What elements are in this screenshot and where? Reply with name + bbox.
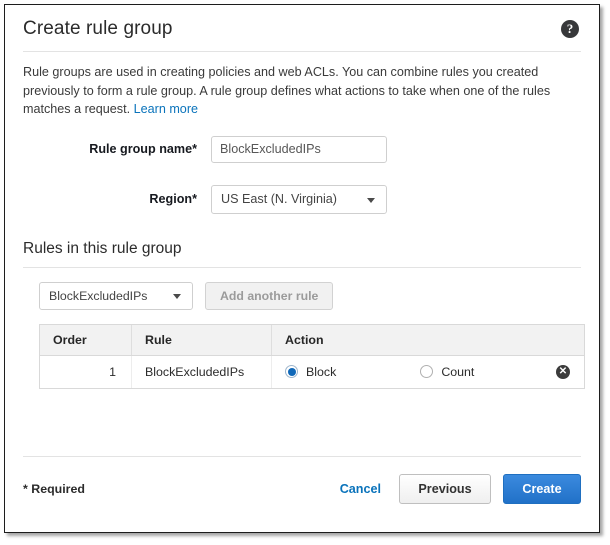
chevron-down-icon <box>173 294 181 299</box>
action-block-radio[interactable]: Block <box>285 356 336 388</box>
rules-section-title: Rules in this rule group <box>23 240 581 258</box>
rules-section-divider <box>23 267 581 268</box>
rules-table: Order Rule Action 1 BlockExcludedIPs Blo… <box>39 324 585 389</box>
action-block-label: Block <box>306 356 336 388</box>
delete-rule-icon[interactable]: ✕ <box>556 365 570 379</box>
rule-group-name-input[interactable] <box>211 136 387 163</box>
cell-rule: BlockExcludedIPs <box>132 356 272 388</box>
help-icon[interactable]: ? <box>561 20 579 38</box>
rule-group-name-row: Rule group name* <box>23 136 581 163</box>
learn-more-link[interactable]: Learn more <box>134 102 198 116</box>
dialog-footer: * Required Cancel Previous Create <box>23 474 581 504</box>
radio-selected-icon <box>285 365 298 378</box>
region-select[interactable]: US East (N. Virginia) <box>211 185 387 214</box>
footer-actions: Cancel Previous Create <box>340 474 581 504</box>
cell-order: 1 <box>40 356 132 388</box>
region-row: Region* US East (N. Virginia) <box>23 185 581 214</box>
region-label: Region* <box>23 192 211 206</box>
region-select-value: US East (N. Virginia) <box>221 186 337 213</box>
table-header-action: Action <box>272 325 584 355</box>
required-note: * Required <box>23 482 85 496</box>
cancel-button[interactable]: Cancel <box>340 482 381 496</box>
table-header-order: Order <box>40 325 132 355</box>
table-header-row: Order Rule Action <box>40 325 584 356</box>
previous-button[interactable]: Previous <box>399 474 491 504</box>
cell-action: Block Count ✕ <box>272 356 584 388</box>
radio-unselected-icon <box>420 365 433 378</box>
add-another-rule-button[interactable]: Add another rule <box>205 282 333 310</box>
rule-group-name-label: Rule group name* <box>23 142 211 156</box>
table-row: 1 BlockExcludedIPs Block Count ✕ <box>40 356 584 388</box>
create-rule-group-dialog: Create rule group ? Rule groups are used… <box>4 4 600 533</box>
dialog-header: Create rule group ? <box>23 5 581 40</box>
create-button[interactable]: Create <box>503 474 581 504</box>
chevron-down-icon <box>367 198 375 203</box>
table-header-rule: Rule <box>132 325 272 355</box>
description-text: Rule groups are used in creating policie… <box>23 65 550 116</box>
action-count-label: Count <box>441 356 474 388</box>
rules-controls-row: BlockExcludedIPs Add another rule <box>23 282 581 310</box>
footer-divider <box>23 456 581 457</box>
action-count-radio[interactable]: Count <box>420 356 474 388</box>
dialog-description: Rule groups are used in creating policie… <box>23 52 581 119</box>
rule-select-value: BlockExcludedIPs <box>49 283 147 309</box>
rule-select[interactable]: BlockExcludedIPs <box>39 282 193 310</box>
page-title: Create rule group <box>23 18 173 40</box>
